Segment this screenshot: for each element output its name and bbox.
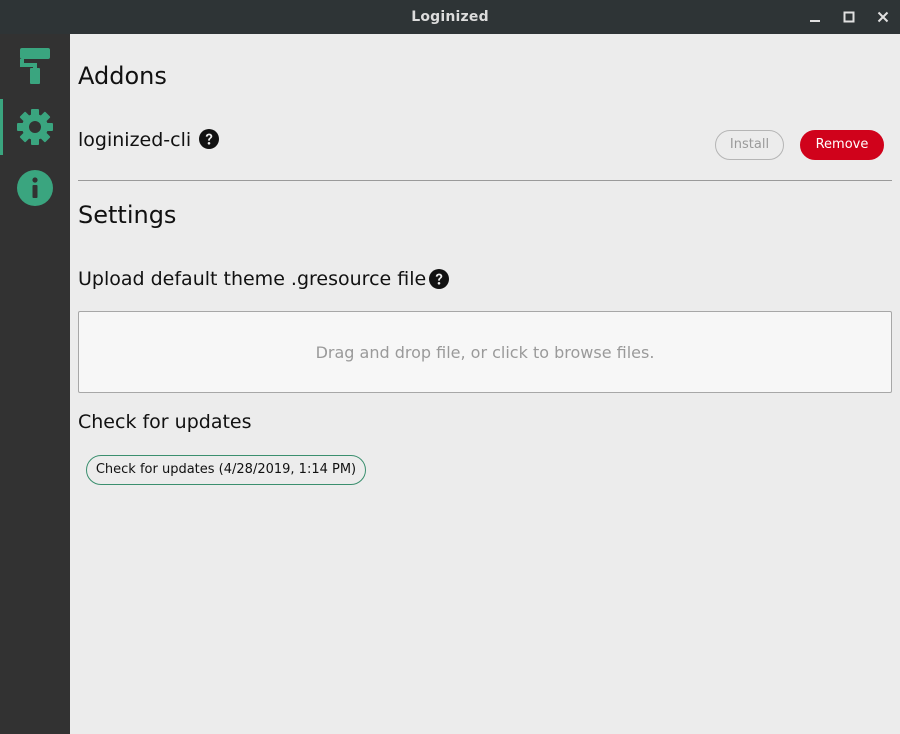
sidebar bbox=[0, 34, 70, 734]
paint-roller-icon bbox=[20, 48, 50, 84]
section-divider bbox=[78, 180, 892, 181]
maximize-icon bbox=[843, 11, 855, 23]
install-button[interactable]: Install bbox=[715, 130, 784, 160]
minimize-icon bbox=[810, 20, 820, 22]
check-updates-button[interactable]: Check for updates (4/28/2019, 1:14 PM) bbox=[86, 455, 366, 485]
remove-button[interactable]: Remove bbox=[800, 130, 884, 160]
minimize-button[interactable] bbox=[798, 0, 832, 34]
sidebar-item-themes[interactable] bbox=[0, 38, 70, 94]
upload-theme-label: Upload default theme .gresource file bbox=[78, 268, 427, 290]
gear-icon bbox=[17, 109, 53, 145]
question-circle-icon[interactable] bbox=[429, 269, 449, 289]
title-bar: Loginized bbox=[0, 0, 900, 34]
addons-heading: Addons bbox=[78, 62, 167, 90]
question-circle-icon[interactable] bbox=[199, 129, 219, 149]
sidebar-item-settings[interactable] bbox=[0, 99, 70, 155]
close-button[interactable] bbox=[866, 0, 900, 34]
addon-name: loginized-cli bbox=[78, 129, 192, 151]
sidebar-item-about[interactable] bbox=[0, 160, 70, 216]
close-icon bbox=[877, 11, 889, 23]
info-icon bbox=[17, 170, 53, 206]
check-updates-label: Check for updates bbox=[78, 411, 252, 433]
settings-heading: Settings bbox=[78, 201, 177, 229]
main-content: Addons loginized-cli Install Remove Sett… bbox=[70, 34, 900, 734]
maximize-button[interactable] bbox=[832, 0, 866, 34]
app-window: Loginized Addons loginized-cli Install R… bbox=[0, 0, 900, 734]
file-dropzone[interactable]: Drag and drop file, or click to browse f… bbox=[78, 311, 892, 393]
dropzone-text: Drag and drop file, or click to browse f… bbox=[315, 342, 655, 362]
window-title: Loginized bbox=[411, 9, 489, 25]
